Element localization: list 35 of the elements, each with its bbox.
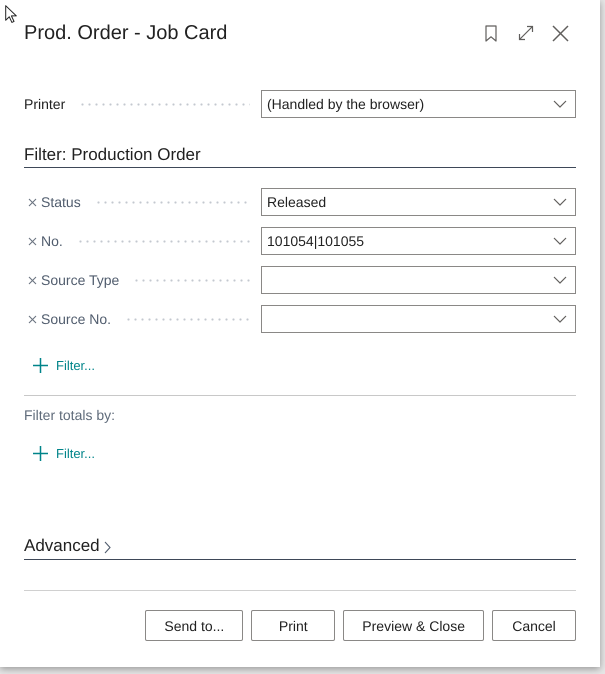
chevron-down-icon — [553, 315, 567, 323]
add-filter-link[interactable]: Filter... — [24, 353, 100, 377]
remove-filter-icon[interactable] — [28, 314, 37, 324]
plus-icon — [33, 446, 48, 460]
dialog-button[interactable]: Preview & Close — [343, 610, 484, 641]
chevron-down-icon — [553, 100, 567, 108]
filter-dropdown[interactable]: Released — [261, 188, 576, 216]
filter-dropdown[interactable] — [261, 266, 576, 294]
printer-dropdown[interactable]: (Handled by the browser) — [261, 90, 576, 118]
chevron-down-icon — [553, 237, 567, 245]
dialog-button[interactable]: Send to... — [145, 610, 244, 641]
advanced-section-toggle[interactable]: Advanced — [24, 534, 111, 558]
dialog-button[interactable]: Print — [251, 610, 336, 641]
remove-filter-icon[interactable] — [28, 236, 37, 246]
plus-icon — [33, 358, 48, 372]
filter-dropdown[interactable]: 101054|101055 — [261, 227, 576, 255]
chevron-down-icon — [553, 276, 567, 284]
mouse-pointer-icon — [5, 5, 17, 23]
dialog-title: Prod. Order - Job Card — [24, 21, 228, 46]
dialog-button[interactable]: Cancel — [492, 610, 576, 641]
bookmark-icon[interactable] — [485, 24, 497, 42]
filter-dropdown[interactable] — [261, 305, 576, 333]
add-filter-link[interactable]: Filter... — [24, 441, 100, 465]
remove-filter-icon[interactable] — [28, 276, 37, 284]
expand-icon[interactable] — [518, 25, 534, 41]
section-heading: Filter: Production Order — [24, 144, 201, 166]
filter-label: Source No. — [41, 310, 112, 328]
filter-label: Source Type — [41, 271, 120, 289]
section-heading: Filter totals by: — [24, 406, 116, 425]
remove-filter-icon[interactable] — [28, 198, 37, 206]
field-label: Printer — [24, 95, 66, 113]
filter-label: No. — [41, 232, 63, 250]
chevron-down-icon — [553, 198, 567, 206]
close-icon[interactable] — [552, 24, 569, 42]
filter-label: Status — [41, 193, 81, 211]
